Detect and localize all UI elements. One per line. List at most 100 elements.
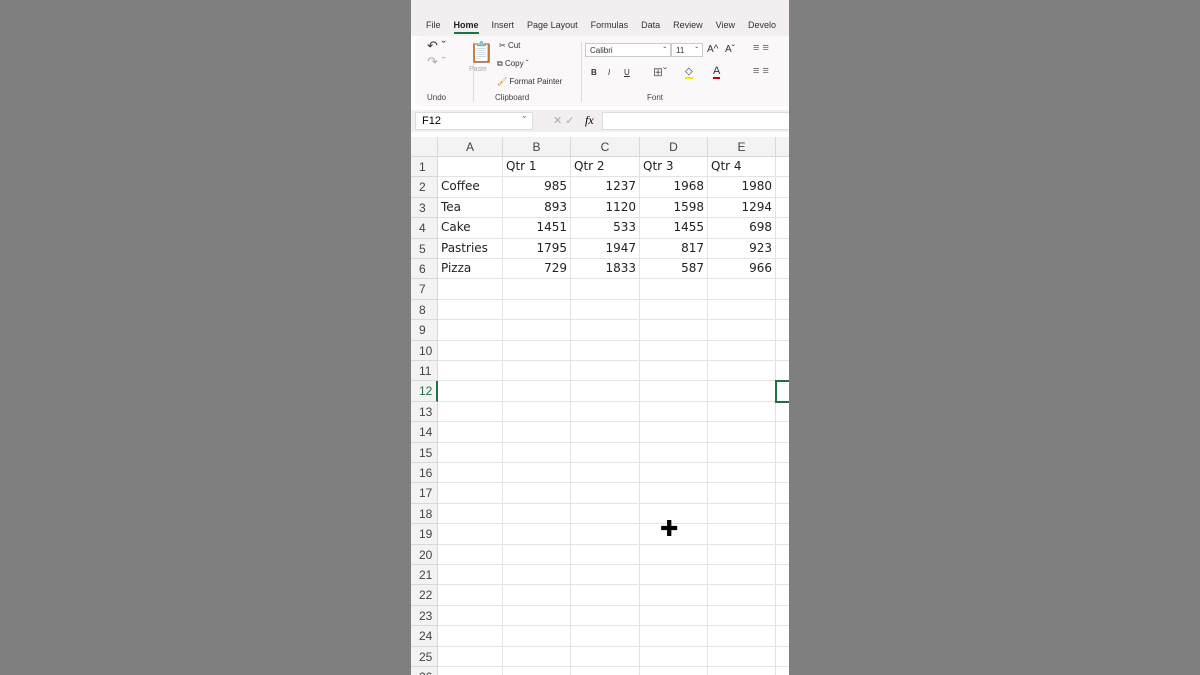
cell[interactable] xyxy=(776,177,789,198)
row-header-2[interactable]: 2 xyxy=(411,177,438,198)
column-header-F[interactable] xyxy=(776,137,789,157)
format-painter-button[interactable]: 🖌 Format Painter xyxy=(497,77,562,86)
column-header-E[interactable]: E xyxy=(708,137,776,157)
cell[interactable] xyxy=(640,483,708,504)
select-all-corner[interactable] xyxy=(411,137,438,157)
tab-view[interactable]: View xyxy=(716,20,735,30)
cell[interactable] xyxy=(571,667,640,675)
cell[interactable] xyxy=(571,503,640,525)
cell[interactable] xyxy=(708,503,776,525)
cell[interactable] xyxy=(503,401,571,423)
cell[interactable]: 1833 xyxy=(571,259,640,280)
cell[interactable] xyxy=(571,565,640,586)
cell[interactable] xyxy=(571,585,640,606)
cell[interactable] xyxy=(503,626,571,647)
cell[interactable] xyxy=(503,463,571,484)
cell[interactable] xyxy=(708,585,776,606)
cell[interactable] xyxy=(503,646,571,667)
tab-page-layout[interactable]: Page Layout xyxy=(527,20,578,30)
cell[interactable] xyxy=(776,545,789,565)
cell[interactable] xyxy=(438,524,503,545)
cell[interactable] xyxy=(640,279,708,300)
cell[interactable] xyxy=(571,361,640,382)
cell[interactable] xyxy=(776,667,789,675)
cell[interactable] xyxy=(708,565,776,586)
row-header-24[interactable]: 24 xyxy=(411,626,438,647)
cell[interactable] xyxy=(708,279,776,300)
cell[interactable] xyxy=(571,381,640,402)
cell[interactable] xyxy=(776,361,789,382)
row-header-19[interactable]: 19 xyxy=(411,524,438,545)
cell[interactable] xyxy=(640,320,708,341)
cell[interactable] xyxy=(571,401,640,423)
cell[interactable]: Cake xyxy=(438,218,503,239)
cell[interactable] xyxy=(438,157,503,178)
cell[interactable]: 1968 xyxy=(640,177,708,198)
cell[interactable] xyxy=(438,605,503,627)
borders-icon[interactable]: ⊞ˇ xyxy=(653,65,667,79)
cell[interactable] xyxy=(776,300,789,321)
column-header-C[interactable]: C xyxy=(571,137,640,157)
column-header-A[interactable]: A xyxy=(438,137,503,157)
cancel-check-icons[interactable]: ✕ ✓ xyxy=(553,114,575,127)
cell[interactable] xyxy=(776,647,789,667)
cell[interactable] xyxy=(776,402,789,423)
cell[interactable]: 1451 xyxy=(503,218,571,239)
row-header-1[interactable]: 1 xyxy=(411,157,438,178)
cell[interactable] xyxy=(640,605,708,627)
cell[interactable] xyxy=(571,463,640,484)
tab-home[interactable]: Home xyxy=(453,20,479,34)
cell[interactable] xyxy=(640,565,708,586)
cell[interactable]: Pastries xyxy=(438,238,503,259)
cell[interactable]: 729 xyxy=(503,259,571,280)
cell[interactable] xyxy=(776,463,789,484)
fill-color-icon[interactable]: ◇ xyxy=(685,66,693,79)
row-header-22[interactable]: 22 xyxy=(411,585,438,606)
cell[interactable] xyxy=(640,646,708,667)
cell[interactable]: 817 xyxy=(640,238,708,259)
cell[interactable] xyxy=(708,442,776,463)
cell[interactable] xyxy=(640,585,708,606)
cell[interactable] xyxy=(438,361,503,382)
tab-formulas[interactable]: Formulas xyxy=(591,20,629,30)
cell[interactable]: Pizza xyxy=(438,259,503,280)
cell[interactable] xyxy=(708,401,776,423)
copy-button[interactable]: ⧉ Copy ˇ xyxy=(497,59,529,69)
cell[interactable] xyxy=(776,341,789,361)
cell[interactable] xyxy=(776,626,789,647)
cell[interactable] xyxy=(776,606,789,627)
cell[interactable] xyxy=(438,422,503,443)
cell[interactable] xyxy=(503,585,571,606)
align-icon[interactable]: ≡ ≡ xyxy=(753,42,769,54)
cell[interactable] xyxy=(640,626,708,647)
cell[interactable]: Coffee xyxy=(438,177,503,198)
cell[interactable]: Tea xyxy=(438,197,503,219)
row-header-17[interactable]: 17 xyxy=(411,483,438,504)
tab-insert[interactable]: Insert xyxy=(492,20,515,30)
cell[interactable]: 1120 xyxy=(571,197,640,219)
grow-font-button[interactable]: A^ xyxy=(707,44,718,55)
cell[interactable] xyxy=(571,646,640,667)
cell[interactable] xyxy=(708,646,776,667)
cell[interactable]: 533 xyxy=(571,218,640,239)
row-header-6[interactable]: 6 xyxy=(411,259,438,280)
cell[interactable] xyxy=(503,524,571,545)
cell[interactable] xyxy=(503,483,571,504)
formula-input[interactable] xyxy=(602,112,789,130)
font-name-select[interactable]: Calibri ˇ xyxy=(585,43,671,57)
cell[interactable]: 1237 xyxy=(571,177,640,198)
cell[interactable] xyxy=(776,320,789,341)
cell[interactable] xyxy=(438,279,503,300)
row-header-20[interactable]: 20 xyxy=(411,544,438,565)
cell[interactable] xyxy=(571,544,640,565)
row-header-10[interactable]: 10 xyxy=(411,340,438,361)
cell[interactable] xyxy=(640,381,708,402)
cell[interactable]: 923 xyxy=(708,238,776,259)
row-header-25[interactable]: 25 xyxy=(411,646,438,667)
cell[interactable] xyxy=(708,524,776,545)
cell[interactable] xyxy=(571,279,640,300)
cell[interactable] xyxy=(503,361,571,382)
undo-icon[interactable]: ↶ ˇ xyxy=(427,38,446,54)
cell[interactable] xyxy=(640,463,708,484)
cell[interactable] xyxy=(438,320,503,341)
